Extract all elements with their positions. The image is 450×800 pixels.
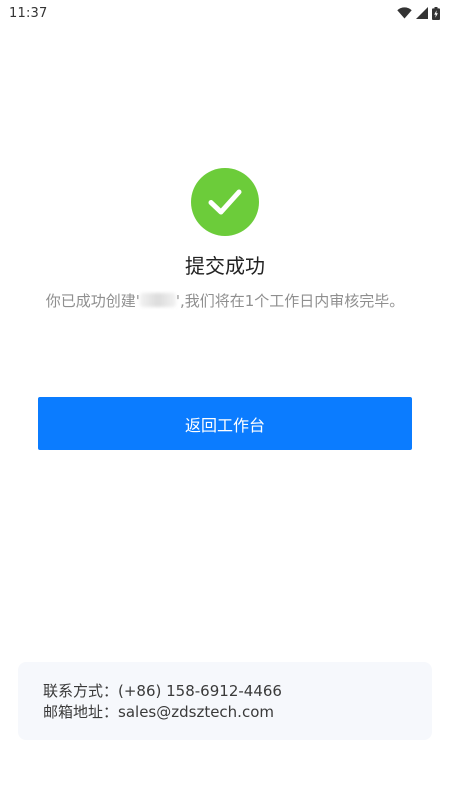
phone-value: (+86) 158-6912-4466 bbox=[118, 682, 282, 700]
status-icons bbox=[397, 6, 440, 20]
description-suffix: ',我们将在1个工作日内审核完毕。 bbox=[175, 292, 405, 310]
result-title: 提交成功 bbox=[185, 254, 265, 278]
status-time: 11:37 bbox=[9, 5, 48, 21]
phone-label: 联系方式： bbox=[43, 682, 119, 700]
status-bar: 11:37 bbox=[0, 0, 450, 26]
email-label: 邮箱地址： bbox=[43, 703, 119, 721]
contact-email-row: 邮箱地址：sales@zdsztech.com bbox=[43, 702, 432, 723]
contact-card: 联系方式：(+86) 158-6912-4466 邮箱地址：sales@zdsz… bbox=[18, 662, 432, 740]
result-description: 你已成功创建' ',我们将在1个工作日内审核完毕。 bbox=[40, 289, 410, 313]
signal-icon bbox=[416, 7, 428, 19]
redacted-name bbox=[139, 293, 176, 307]
contact-phone-row: 联系方式：(+86) 158-6912-4466 bbox=[43, 681, 432, 702]
back-to-workbench-button[interactable]: 返回工作台 bbox=[38, 397, 412, 450]
wifi-icon bbox=[397, 7, 412, 19]
check-circle-icon bbox=[191, 168, 259, 236]
description-prefix: 你已成功创建' bbox=[45, 292, 140, 310]
submit-success-screen: 11:37 提交成功 你已成功创建' ',我们将在1个工作日内审核完毕。 返回工作… bbox=[0, 0, 450, 800]
email-value: sales@zdsztech.com bbox=[118, 703, 274, 721]
battery-icon bbox=[432, 6, 440, 20]
